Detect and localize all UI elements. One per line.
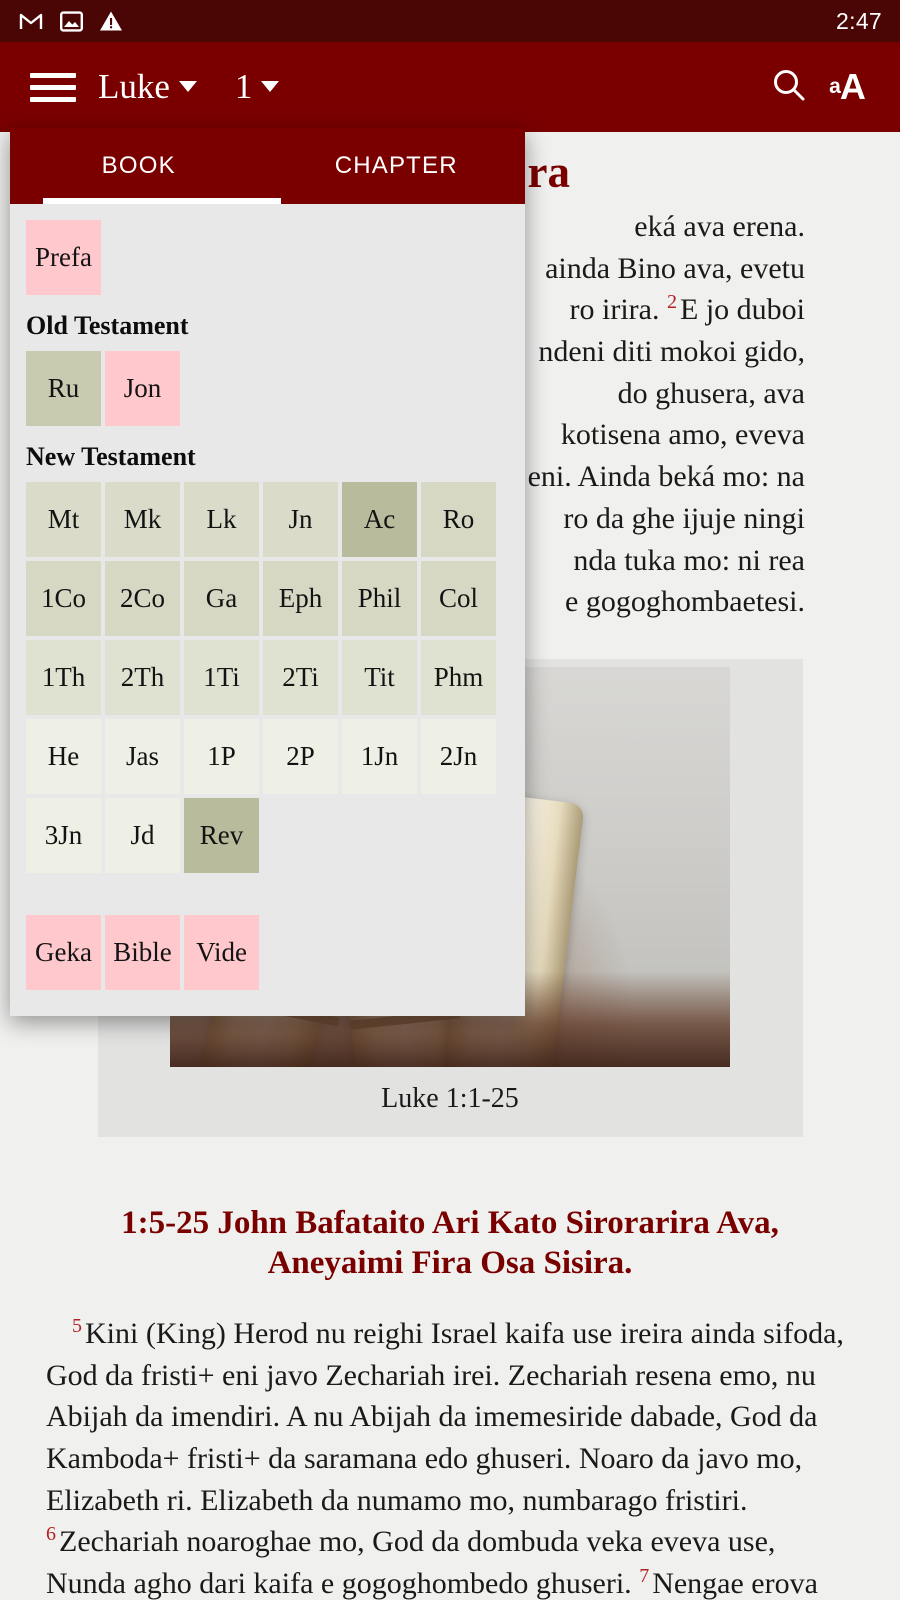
- section-heading: 1:5-25 John Bafataito Ari Kato Sirorarir…: [121, 1204, 779, 1282]
- old-testament-grid: Ru Jon: [24, 349, 511, 428]
- book-cell-ac[interactable]: Ac: [340, 480, 419, 559]
- text-size-small-a: a: [829, 75, 841, 98]
- old-testament-heading: Old Testament: [26, 311, 189, 340]
- verse-number: 6: [46, 1523, 56, 1546]
- book-cell-col[interactable]: Col: [419, 559, 498, 638]
- status-bar: 2:47: [0, 0, 900, 42]
- status-bar-clock: 2:47: [836, 7, 882, 34]
- chevron-down-icon: [178, 81, 197, 92]
- book-cell-prefa[interactable]: Prefa: [24, 218, 103, 297]
- book-picker-panel[interactable]: BOOK CHAPTER Prefa Old Testament Ru Jon …: [10, 128, 525, 1016]
- book-selector[interactable]: Luke: [98, 67, 197, 107]
- book-cell-jd[interactable]: Jd: [103, 796, 182, 875]
- search-icon: [770, 66, 808, 109]
- panel-spacer: [24, 875, 511, 913]
- book-cell-2p[interactable]: 2P: [261, 717, 340, 796]
- book-selector-label: Luke: [98, 67, 170, 106]
- book-cell-3jn[interactable]: 3Jn: [24, 796, 103, 875]
- chapter-selector-label: 1: [234, 67, 253, 106]
- book-cell-2ti[interactable]: 2Ti: [261, 638, 340, 717]
- book-cell-he[interactable]: He: [24, 717, 103, 796]
- new-testament-heading: New Testament: [26, 442, 196, 471]
- book-cell-jn[interactable]: Jn: [261, 480, 340, 559]
- book-cell-1co[interactable]: 1Co: [24, 559, 103, 638]
- new-testament-grid: Mt Mk Lk Jn Ac Ro 1Co 2Co Ga Eph Phil Co…: [24, 480, 511, 875]
- status-bar-notification-icons: [18, 8, 124, 34]
- book-cell-jas[interactable]: Jas: [103, 717, 182, 796]
- app-root: 2:47 Luke 1 aA ra eká ava erena. ainda B…: [0, 0, 900, 1600]
- tab-book[interactable]: BOOK: [10, 128, 268, 204]
- book-cell-mt[interactable]: Mt: [24, 480, 103, 559]
- active-tab-indicator: [43, 198, 281, 204]
- book-cell-phm[interactable]: Phm: [419, 638, 498, 717]
- back-matter-grid: Geka Bible Vide: [24, 913, 511, 992]
- book-picker-body[interactable]: Prefa Old Testament Ru Jon New Testament…: [10, 204, 525, 1016]
- book-cell-mk[interactable]: Mk: [103, 480, 182, 559]
- verse-number: 2: [667, 291, 677, 314]
- hamburger-icon[interactable]: [30, 70, 76, 104]
- book-cell-ro[interactable]: Ro: [419, 480, 498, 559]
- verse-number: 7: [639, 1564, 650, 1587]
- book-picker-tabs: BOOK CHAPTER: [10, 128, 525, 204]
- tab-chapter[interactable]: CHAPTER: [268, 128, 526, 204]
- verse-line-text: E jo duboi: [680, 293, 805, 327]
- book-cell-1jn[interactable]: 1Jn: [340, 717, 419, 796]
- verse-text: Kini (King) Herod nu reighi Israel kaifa…: [46, 1317, 844, 1517]
- verse-line-text: ro irira.: [569, 293, 660, 327]
- chevron-down-icon: [261, 81, 280, 92]
- book-cell-ga[interactable]: Ga: [182, 559, 261, 638]
- book-cell-2co[interactable]: 2Co: [103, 559, 182, 638]
- book-cell-ru[interactable]: Ru: [24, 349, 103, 428]
- image-icon: [58, 8, 84, 34]
- front-matter-grid: Prefa: [24, 218, 511, 297]
- book-cell-2th[interactable]: 2Th: [103, 638, 182, 717]
- book-cell-eph[interactable]: Eph: [261, 559, 340, 638]
- search-button[interactable]: [760, 58, 818, 116]
- verse-text: Nengae erova: [652, 1566, 818, 1600]
- app-bar: Luke 1 aA: [0, 42, 900, 132]
- book-cell-1ti[interactable]: 1Ti: [182, 638, 261, 717]
- verse-number: 5: [72, 1315, 82, 1338]
- book-cell-jon[interactable]: Jon: [103, 349, 182, 428]
- book-cell-bible[interactable]: Bible: [103, 913, 182, 992]
- book-cell-1th[interactable]: 1Th: [24, 638, 103, 717]
- text-size-button[interactable]: aA: [818, 58, 876, 116]
- book-cell-tit[interactable]: Tit: [340, 638, 419, 717]
- book-cell-geka[interactable]: Geka: [24, 913, 103, 992]
- illustration-caption: Luke 1:1-25: [381, 1082, 519, 1114]
- book-cell-rev[interactable]: Rev: [182, 796, 261, 875]
- book-cell-phil[interactable]: Phil: [340, 559, 419, 638]
- warning-icon: [98, 8, 124, 34]
- text-size-big-a: A: [839, 66, 866, 107]
- book-cell-1p[interactable]: 1P: [182, 717, 261, 796]
- gmail-icon: [18, 8, 44, 34]
- scripture-body: 5 Kini (King) Herod nu reighi Israel kaif…: [0, 1283, 900, 1600]
- chapter-selector[interactable]: 1: [235, 67, 280, 107]
- book-cell-lk[interactable]: Lk: [182, 480, 261, 559]
- book-cell-2jn[interactable]: 2Jn: [419, 717, 498, 796]
- book-cell-vide[interactable]: Vide: [182, 913, 261, 992]
